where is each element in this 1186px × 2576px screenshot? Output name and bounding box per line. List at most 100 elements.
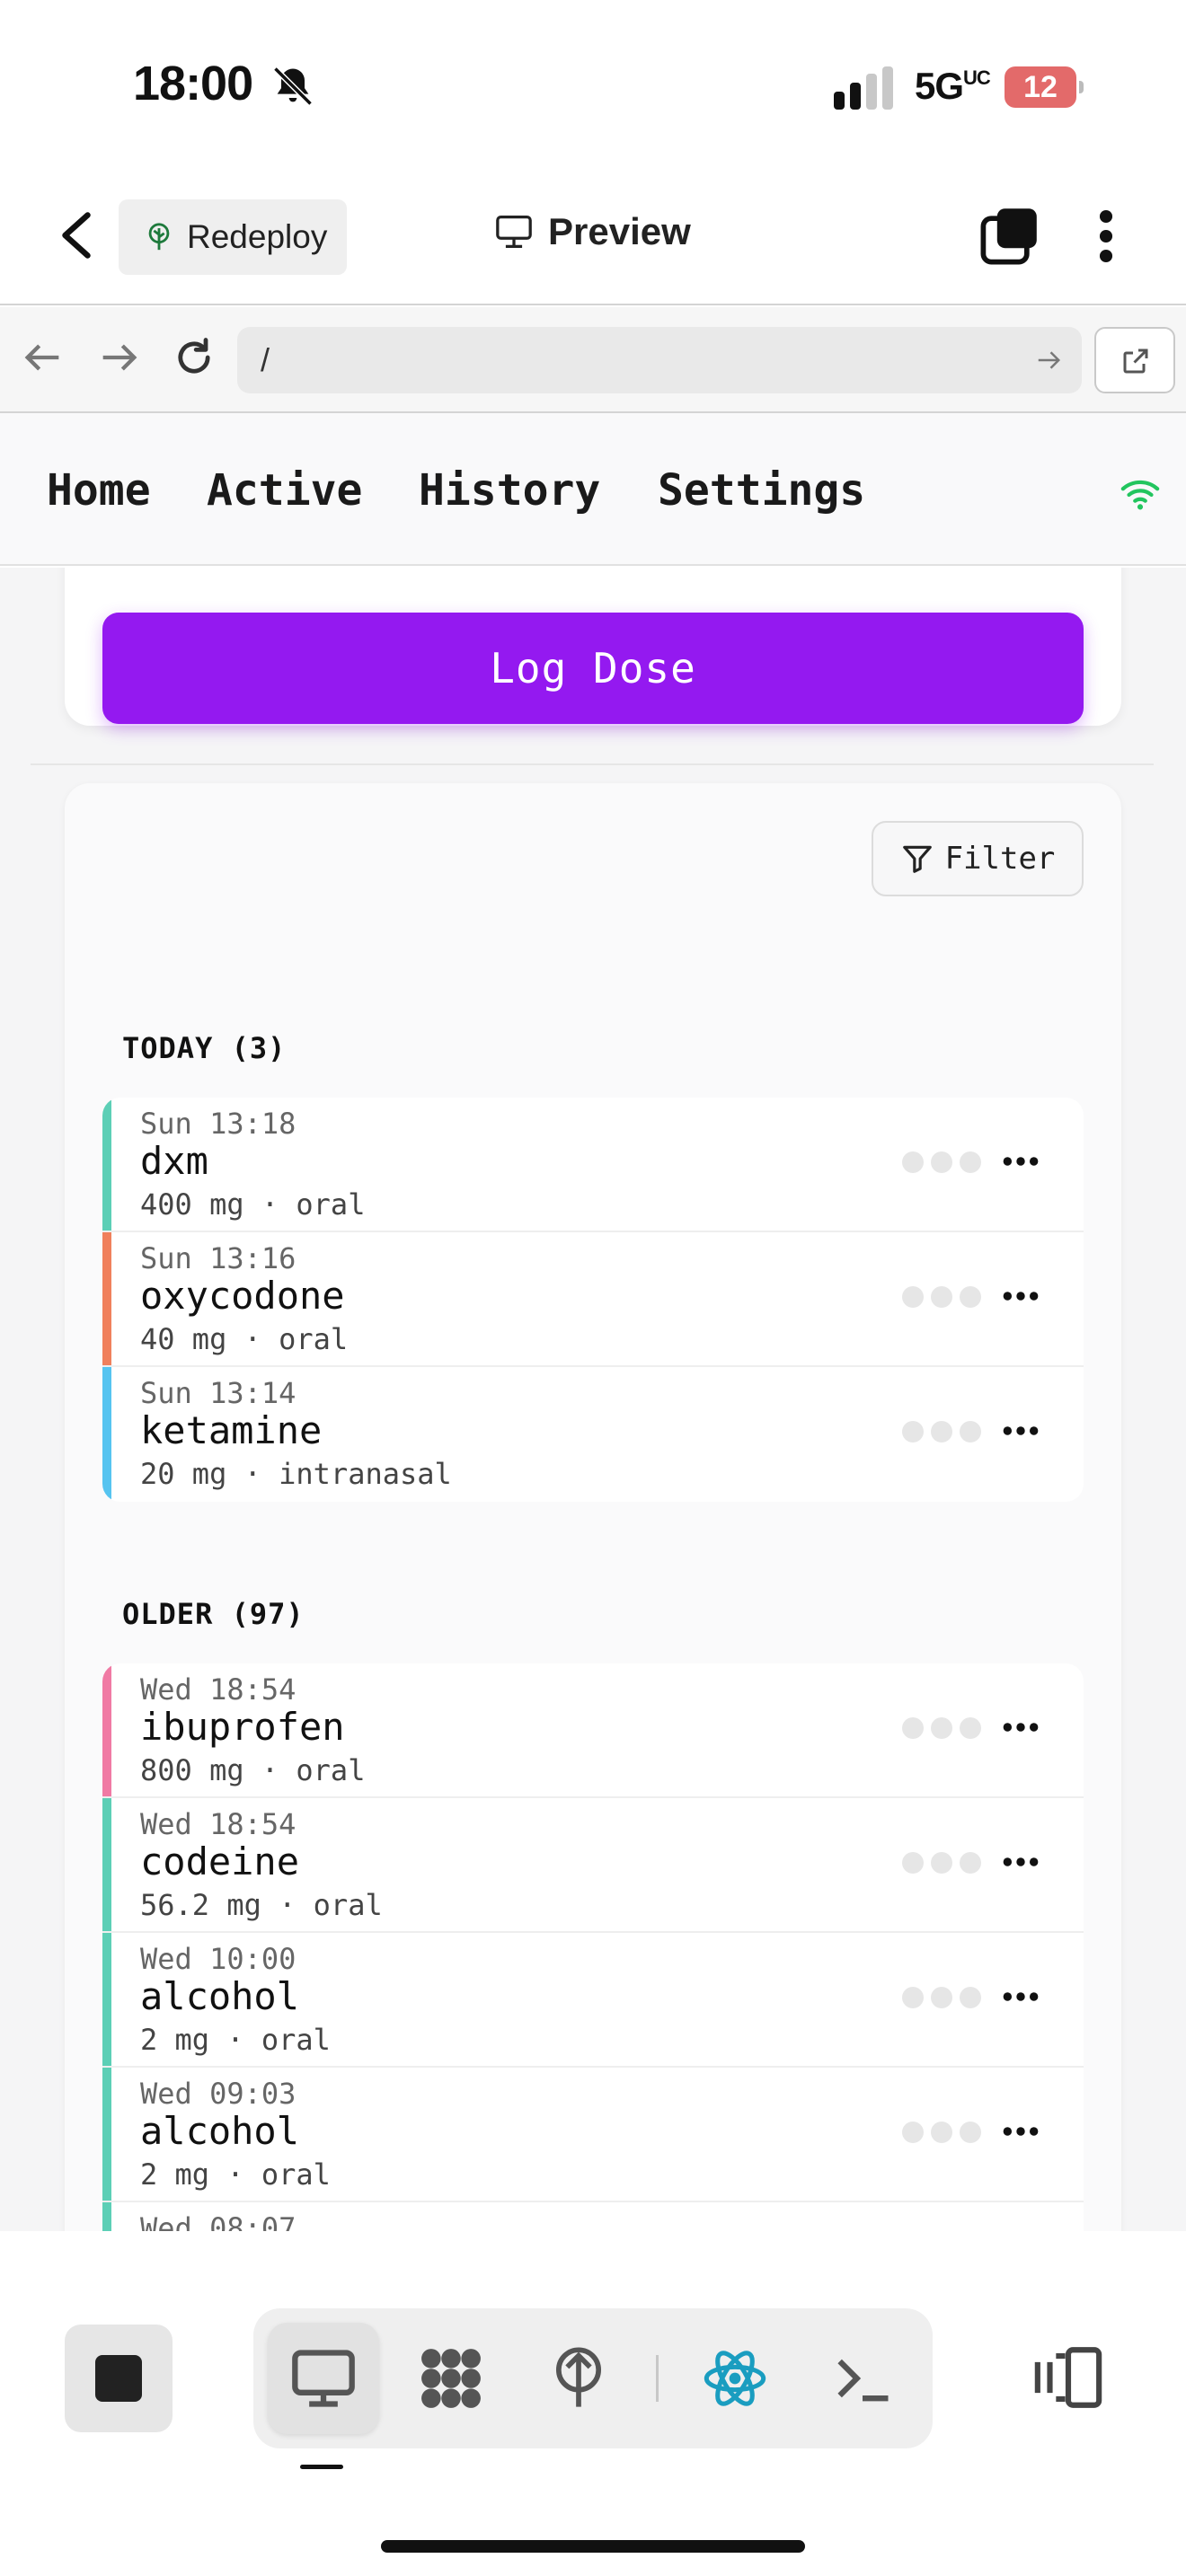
- substance-color-bar: [102, 1798, 111, 1931]
- entry-time: Wed 18:54: [140, 1672, 296, 1707]
- more-horizontal-icon[interactable]: [1001, 1714, 1040, 1741]
- entry-status-dots: [902, 1852, 981, 1874]
- status-time: 18:00: [133, 57, 253, 110]
- terminal-tool-button[interactable]: [807, 2323, 918, 2434]
- nav-link-history[interactable]: History: [419, 465, 600, 516]
- more-horizontal-icon[interactable]: [1001, 2118, 1040, 2145]
- substance-color-bar: [102, 1098, 111, 1231]
- reload-icon[interactable]: [171, 334, 217, 381]
- bell-muted-icon: [273, 66, 313, 106]
- desktop-icon: [292, 2350, 355, 2407]
- nav-link-home[interactable]: Home: [47, 465, 151, 516]
- more-horizontal-icon[interactable]: [1001, 1983, 1040, 2010]
- react-tool-button[interactable]: [679, 2323, 791, 2434]
- preview-label: Preview: [548, 210, 691, 252]
- dose-entry-row[interactable]: Wed 18:54 codeine 56.2 mg · oral: [102, 1798, 1084, 1933]
- more-horizontal-icon[interactable]: [1001, 1848, 1040, 1875]
- entry-detail: 20 mg · intranasal: [140, 1457, 452, 1491]
- more-vertical-icon[interactable]: [1093, 207, 1120, 266]
- entries-older: Wed 18:54 ibuprofen 800 mg · oral Wed 18:54…: [102, 1663, 1084, 2231]
- dose-entry-row[interactable]: Wed 18:54 ibuprofen 800 mg · oral: [102, 1663, 1084, 1798]
- back-chevron-icon[interactable]: [54, 208, 99, 262]
- cell-signal-icon: [834, 66, 893, 110]
- react-icon: [704, 2351, 766, 2406]
- packages-tool-button[interactable]: [395, 2323, 507, 2434]
- entry-status-dots: [902, 2122, 981, 2143]
- entry-detail: 400 mg · oral: [140, 1187, 366, 1222]
- entries-today: Sun 13:18 dxm 400 mg · oral Sun 13:16 oxycod…: [102, 1098, 1084, 1502]
- entry-detail: 800 mg · oral: [140, 1753, 366, 1787]
- desktop-tool-button[interactable]: [268, 2323, 379, 2434]
- more-horizontal-icon[interactable]: [1001, 1283, 1040, 1310]
- app-header: Redeploy Preview: [0, 171, 1186, 305]
- filter-button[interactable]: Filter: [872, 821, 1084, 896]
- home-indicator[interactable]: [381, 2540, 805, 2553]
- battery-indicator: 12: [1005, 66, 1084, 108]
- log-dose-card: Log Dose: [65, 568, 1121, 726]
- entry-substance: codeine: [140, 1839, 300, 1883]
- tool-group: [253, 2308, 933, 2448]
- browser-back-icon[interactable]: [20, 334, 66, 381]
- deploy-icon: [555, 2347, 602, 2407]
- site-nav: Home Active History Settings: [0, 413, 1186, 566]
- entry-time: Sun 13:14: [140, 1376, 296, 1410]
- url-text: /: [261, 341, 270, 378]
- tool-divider: [656, 2355, 659, 2402]
- stop-button[interactable]: [65, 2325, 173, 2432]
- panel-toggle-icon[interactable]: [1031, 2341, 1105, 2414]
- status-bar: 18:00 5GUC 12: [0, 0, 1186, 171]
- entry-detail: 2 mg · oral: [140, 2157, 331, 2192]
- entry-time: Wed 09:03: [140, 2077, 296, 2111]
- network-sup: UC: [963, 66, 991, 89]
- substance-color-bar: [102, 2068, 111, 2201]
- browser-forward-icon[interactable]: [95, 334, 142, 381]
- filter-funnel-icon: [902, 845, 932, 873]
- entry-status-dots: [902, 1717, 981, 1739]
- more-horizontal-icon[interactable]: [1001, 1148, 1040, 1175]
- packages-icon: [421, 2349, 481, 2408]
- substance-color-bar: [102, 1232, 111, 1365]
- deploy-tool-button[interactable]: [523, 2323, 634, 2434]
- entry-status-dots: [902, 1987, 981, 2008]
- section-label-older: OLDER (97): [122, 1597, 305, 1631]
- dose-entry-row[interactable]: Sun 13:18 dxm 400 mg · oral: [102, 1098, 1084, 1232]
- entry-status-dots: [902, 1151, 981, 1173]
- tabs-icon[interactable]: [979, 207, 1039, 266]
- deploy-tree-icon: [148, 223, 170, 251]
- browser-bar: /: [0, 307, 1186, 413]
- filter-label: Filter: [944, 841, 1056, 877]
- entry-substance: ibuprofen: [140, 1705, 345, 1749]
- go-arrow-icon[interactable]: [1035, 347, 1062, 374]
- entry-status-dots: [902, 1286, 981, 1308]
- substance-color-bar: [102, 1367, 111, 1502]
- history-card: Filter TODAY (3) Sun 13:18 dxm 400 mg · or…: [65, 783, 1121, 2231]
- substance-color-bar: [102, 2202, 111, 2231]
- dose-entry-row[interactable]: Wed 08:07: [102, 2202, 1084, 2231]
- entry-substance: alcohol: [140, 1974, 300, 2018]
- entry-time: Wed 18:54: [140, 1807, 296, 1841]
- entry-substance: dxm: [140, 1139, 208, 1183]
- redeploy-button[interactable]: Redeploy: [119, 199, 347, 275]
- more-horizontal-icon[interactable]: [1001, 1417, 1040, 1444]
- nav-link-active[interactable]: Active: [207, 465, 362, 516]
- substance-color-bar: [102, 1663, 111, 1796]
- substance-color-bar: [102, 1933, 111, 2066]
- entry-time: Wed 10:00: [140, 1942, 296, 1976]
- dose-entry-row[interactable]: Wed 09:03 alcohol 2 mg · oral: [102, 2068, 1084, 2202]
- open-external-button[interactable]: [1094, 327, 1175, 393]
- dose-entry-row[interactable]: Wed 10:00 alcohol 2 mg · oral: [102, 1933, 1084, 2068]
- dose-entry-row[interactable]: Sun 13:14 ketamine 20 mg · intranasal: [102, 1367, 1084, 1502]
- url-input[interactable]: /: [237, 327, 1082, 393]
- log-dose-button[interactable]: Log Dose: [102, 613, 1084, 724]
- wifi-status-icon: [1120, 480, 1160, 510]
- nav-link-settings[interactable]: Settings: [658, 465, 865, 516]
- main-content: Log Dose Filter TODAY (3) Sun 13:18 dxm 40…: [0, 568, 1186, 2231]
- network-label: 5G: [915, 65, 964, 107]
- external-link-icon: [1123, 348, 1148, 374]
- entry-time: Sun 13:18: [140, 1107, 296, 1141]
- active-tool-indicator: [300, 2465, 343, 2469]
- dose-entry-row[interactable]: Sun 13:16 oxycodone 40 mg · oral: [102, 1232, 1084, 1367]
- entry-detail: 40 mg · oral: [140, 1322, 349, 1356]
- entry-substance: oxycodone: [140, 1274, 345, 1318]
- entry-substance: ketamine: [140, 1408, 323, 1452]
